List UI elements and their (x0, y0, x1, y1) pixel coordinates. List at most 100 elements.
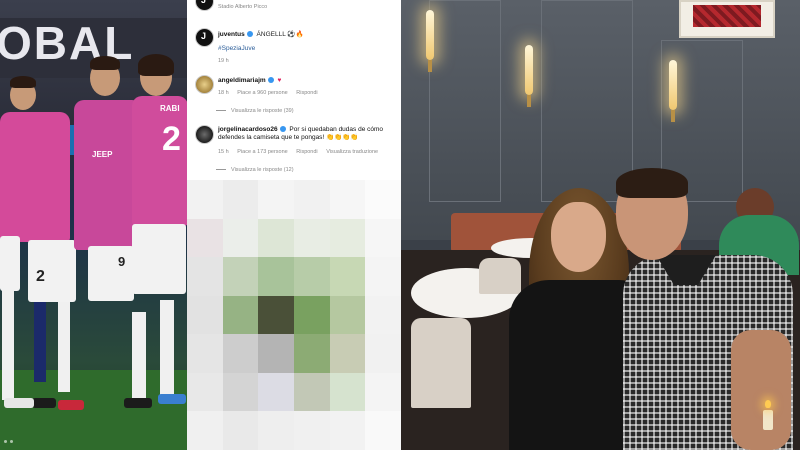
comment-line: angeldimariajm ♥ (218, 77, 281, 84)
commenter-avatar[interactable] (195, 75, 214, 94)
shirt-name: RABI (160, 104, 180, 113)
pixelated-image (187, 180, 401, 450)
mosaic-tile (187, 411, 223, 450)
player-sock (160, 300, 174, 396)
verified-icon (246, 31, 253, 38)
mosaic-tile (329, 257, 366, 296)
candle (763, 410, 773, 430)
view-replies-link[interactable]: Visualizza le risposte (12) (231, 167, 294, 173)
player-hair (90, 56, 120, 70)
mosaic-tile (365, 257, 401, 296)
player-hair (138, 54, 174, 76)
juventus-avatar[interactable]: J (195, 28, 214, 47)
woman-face (551, 202, 606, 272)
mosaic-tile (258, 334, 294, 373)
mosaic-tile (222, 372, 259, 412)
mosaic-tile (258, 218, 294, 258)
shorts-number: 2 (36, 268, 45, 285)
wall-lamp (426, 10, 434, 60)
mosaic-tile (187, 180, 223, 219)
player-boot (32, 398, 56, 408)
comment-time: 15 h (218, 149, 229, 155)
comment-username[interactable]: jorgelinacardoso26 (218, 126, 278, 133)
comment-likes[interactable]: Piace a 173 persone (237, 149, 287, 155)
caption-time: 19 h (218, 58, 229, 64)
reply-button[interactable]: Rispondi (296, 149, 317, 155)
mosaic-tile (187, 257, 223, 296)
mosaic-tile (222, 334, 259, 373)
mosaic-tile (294, 180, 330, 219)
mosaic-tile (329, 334, 366, 373)
lamp-base (527, 95, 531, 107)
wall-painting (679, 0, 775, 38)
verified-icon (279, 126, 286, 133)
player-shorts (0, 236, 20, 291)
mosaic-tile (329, 218, 366, 258)
player-boot (4, 398, 34, 408)
shorts-number: 9 (118, 254, 126, 269)
mosaic-tile (329, 295, 366, 335)
heart-emoji: ♥ (277, 77, 282, 84)
mosaic-tile (222, 180, 259, 219)
caption-author[interactable]: juventus (218, 31, 245, 38)
football-photo: OBAL 2 JEEP 9 RABI 2 (0, 0, 187, 450)
mosaic-tile (294, 218, 330, 258)
shirt-number: 2 (162, 120, 181, 158)
mosaic-tile (294, 372, 330, 412)
view-replies-link[interactable]: Visualizza le risposte (39) (231, 108, 294, 114)
chair (479, 258, 521, 294)
player-shirt (0, 112, 70, 242)
caption-text: ÁNGELLL ⚽️🔥 (256, 31, 304, 38)
lamp-base (428, 60, 432, 72)
comment-meta: 15 h Piace a 173 persone Rispondi Visual… (218, 149, 385, 155)
restaurant-photo (401, 0, 800, 450)
candle-flame (765, 400, 771, 408)
juventus-avatar[interactable]: J (195, 0, 214, 11)
wall-panel (541, 0, 633, 202)
chair (411, 318, 471, 408)
hashtag-link[interactable]: #SpeziaJuve (218, 45, 255, 52)
mosaic-tile (365, 372, 401, 412)
player-sock (58, 302, 70, 392)
mosaic-tile (365, 334, 401, 373)
mosaic-tile (258, 411, 294, 450)
comment-username[interactable]: angeldimariajm (218, 77, 266, 84)
mosaic-tile (329, 372, 366, 412)
comment-likes[interactable]: Piace a 960 persone (237, 90, 287, 96)
reply-button[interactable]: Rispondi (296, 90, 317, 96)
verified-icon (267, 77, 274, 84)
mosaic-tile (222, 295, 259, 335)
mosaic-tile (365, 295, 401, 335)
comment-line: jorgelinacardoso26 Por si quedaban dudas… (218, 126, 393, 142)
pitch (0, 370, 187, 450)
mosaic-tile (329, 411, 366, 450)
lamp-base (671, 110, 675, 122)
mosaic-tile (187, 334, 223, 373)
mosaic-tile (258, 257, 294, 296)
mosaic-tile (187, 218, 223, 258)
player-boot (124, 398, 152, 408)
post-location[interactable]: Stadio Alberto Picco (218, 4, 267, 10)
player-boot (158, 394, 186, 404)
mosaic-tile (222, 411, 259, 450)
mosaic-tile (258, 372, 294, 412)
comment-time: 18 h (218, 90, 229, 96)
translate-link[interactable]: Visualizza traduzione (326, 149, 378, 155)
commenter-avatar[interactable] (195, 125, 214, 144)
instagram-comments: J juventus Stadio Alberto Picco J juvent… (187, 0, 401, 450)
player-sock (132, 312, 146, 402)
player-sock (2, 290, 14, 400)
mosaic-tile (365, 411, 401, 450)
wall-lamp (525, 45, 533, 95)
man-hair (616, 168, 688, 198)
mosaic-tile (294, 411, 330, 450)
comment-meta: 18 h Piace a 960 persone Rispondi (218, 90, 325, 96)
player-hair (10, 76, 36, 88)
wall-lamp (669, 60, 677, 110)
mosaic-tile (222, 218, 259, 258)
mosaic-tile (294, 334, 330, 373)
mosaic-tile (187, 372, 223, 412)
mosaic-tile (329, 180, 366, 219)
carousel-dots (4, 440, 13, 443)
mosaic-tile (294, 295, 330, 335)
